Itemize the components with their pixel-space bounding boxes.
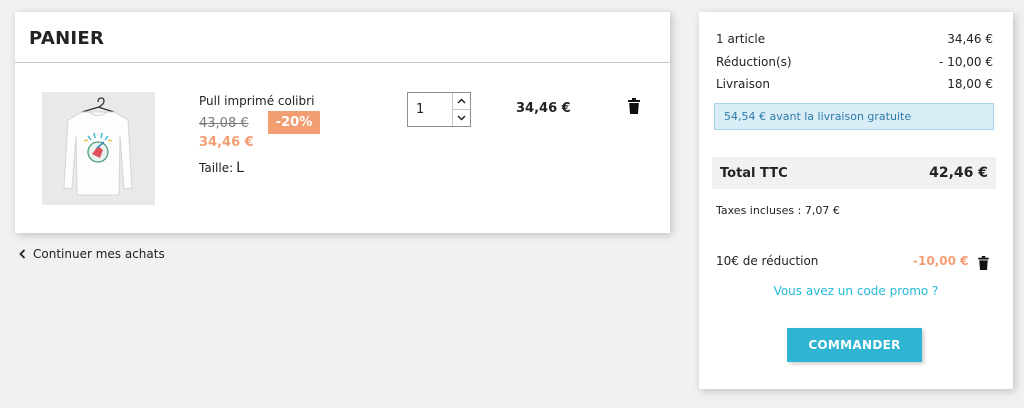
free-shipping-notice: 54,54 € avant la livraison gratuite (714, 103, 994, 130)
total-row: Total TTC 42,46 € (712, 157, 996, 189)
size-value: L (236, 160, 244, 176)
summary-row-discounts: Réduction(s) - 10,00 € (716, 55, 993, 69)
line-total: 34,46 € (516, 101, 571, 116)
size-label: Taille: (199, 161, 234, 175)
product-image[interactable] (42, 92, 155, 205)
quantity-increase-button[interactable] (453, 93, 470, 109)
chevron-left-icon (19, 249, 26, 259)
summary-label: 1 article (716, 32, 766, 46)
quantity-stepper (407, 92, 471, 127)
summary-value: - 10,00 € (939, 55, 993, 69)
quantity-buttons (452, 93, 470, 126)
cart-panel: PANIER Pull imprimé colibri 43,08 € -20%… (15, 12, 670, 233)
summary-row-articles: 1 article 34,46 € (716, 32, 993, 46)
total-value: 42,46 € (929, 165, 988, 181)
summary-value: 18,00 € (947, 77, 993, 91)
trash-icon (978, 256, 989, 270)
summary-label: Livraison (716, 77, 770, 91)
product-size: Taille: L (199, 160, 244, 176)
remove-voucher-button[interactable] (978, 255, 989, 274)
remove-item-button[interactable] (628, 98, 640, 118)
quantity-input[interactable] (408, 93, 452, 126)
order-summary-panel: 1 article 34,46 € Réduction(s) - 10,00 €… (699, 12, 1013, 389)
trash-icon (628, 98, 640, 114)
page-title: PANIER (29, 28, 105, 49)
chevron-up-icon (457, 98, 466, 104)
voucher-name: 10€ de réduction (716, 254, 819, 268)
discount-badge: -20% (268, 111, 320, 134)
continue-shopping-label: Continuer mes achats (33, 247, 165, 261)
product-price: 34,46 € (199, 135, 254, 150)
continue-shopping-link[interactable]: Continuer mes achats (19, 247, 165, 261)
quantity-decrease-button[interactable] (453, 109, 470, 126)
summary-row-shipping: Livraison 18,00 € (716, 77, 993, 91)
taxes-included: Taxes incluses : 7,07 € (716, 204, 840, 217)
sweater-icon (42, 92, 155, 205)
old-price: 43,08 € (199, 116, 249, 131)
summary-label: Réduction(s) (716, 55, 792, 69)
product-name[interactable]: Pull imprimé colibri (199, 94, 314, 108)
total-label: Total TTC (720, 165, 788, 181)
summary-value: 34,46 € (947, 32, 993, 46)
voucher-value: -10,00 € (913, 254, 969, 268)
divider (15, 62, 670, 63)
promo-code-link[interactable]: Vous avez un code promo ? (699, 284, 1013, 298)
chevron-down-icon (457, 115, 466, 121)
checkout-button[interactable]: COMMANDER (787, 328, 922, 362)
